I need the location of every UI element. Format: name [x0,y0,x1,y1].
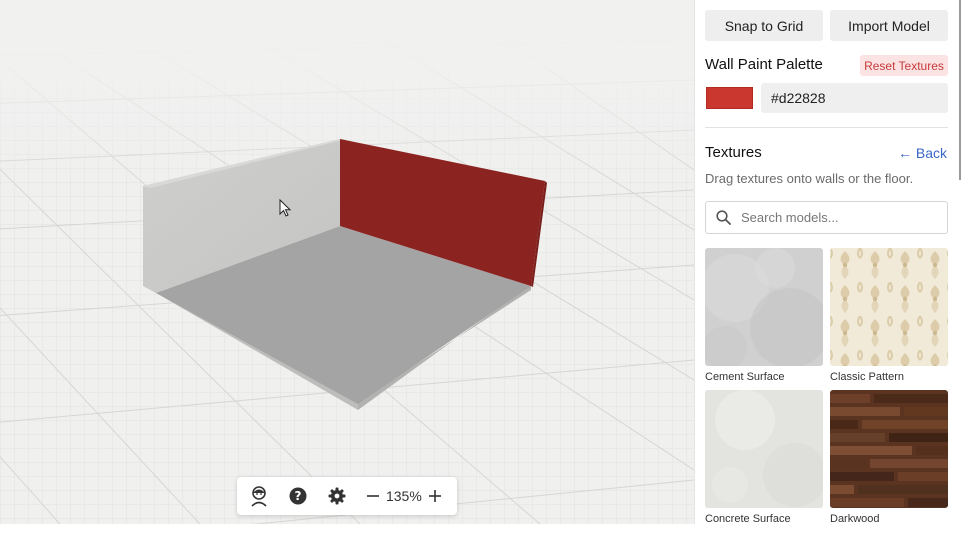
scene-canvas[interactable] [0,0,694,524]
import-model-button[interactable]: Import Model [830,10,948,41]
snap-to-grid-button[interactable]: Snap to Grid [705,10,823,41]
search-icon [716,210,731,225]
darkwood-thumbnail [830,390,948,508]
tile-label: Cement Surface [705,371,785,383]
help-circle-icon[interactable]: ? [286,484,310,508]
app-window: ? 135% Snap to Grid Import Model Wall Pa… [0,0,961,544]
search-input[interactable] [741,210,931,225]
tile-label: Darkwood [830,513,880,524]
tile-label: Concrete Surface [705,513,791,524]
3d-viewport[interactable]: ? 135% [0,0,694,524]
texture-tile-darkwood[interactable]: Darkwood [830,390,948,524]
textures-title: Textures [705,144,762,161]
back-link[interactable]: ← Back [898,145,947,161]
svg-text:?: ? [295,489,302,503]
search-box[interactable] [705,201,948,234]
hex-color-input[interactable] [761,83,948,113]
plus-icon[interactable] [423,484,447,508]
texture-tile-concrete[interactable]: Concrete Surface [705,390,823,524]
tile-label: Classic Pattern [830,371,904,383]
viewport-toolbar: ? 135% [237,477,457,515]
divider [705,127,948,128]
color-swatch[interactable] [706,87,753,109]
minus-icon[interactable] [361,484,385,508]
texture-tile-classic-pattern[interactable]: Classic Pattern [830,248,948,383]
concrete-thumbnail [705,390,823,508]
classic-pattern-thumbnail [830,248,948,366]
textures-hint: Drag textures onto walls or the floor. [705,171,914,186]
gear-icon[interactable] [325,484,349,508]
zoom-level: 135% [385,488,422,504]
person-avatar-icon[interactable] [247,484,271,508]
palette-title: Wall Paint Palette [705,56,823,73]
texture-tile-cement[interactable]: Cement Surface [705,248,823,383]
reset-textures-button[interactable]: Reset Textures [860,55,948,76]
bottom-strip [0,524,961,544]
cement-thumbnail [705,248,823,366]
side-panel: Snap to Grid Import Model Wall Paint Pal… [694,0,961,524]
